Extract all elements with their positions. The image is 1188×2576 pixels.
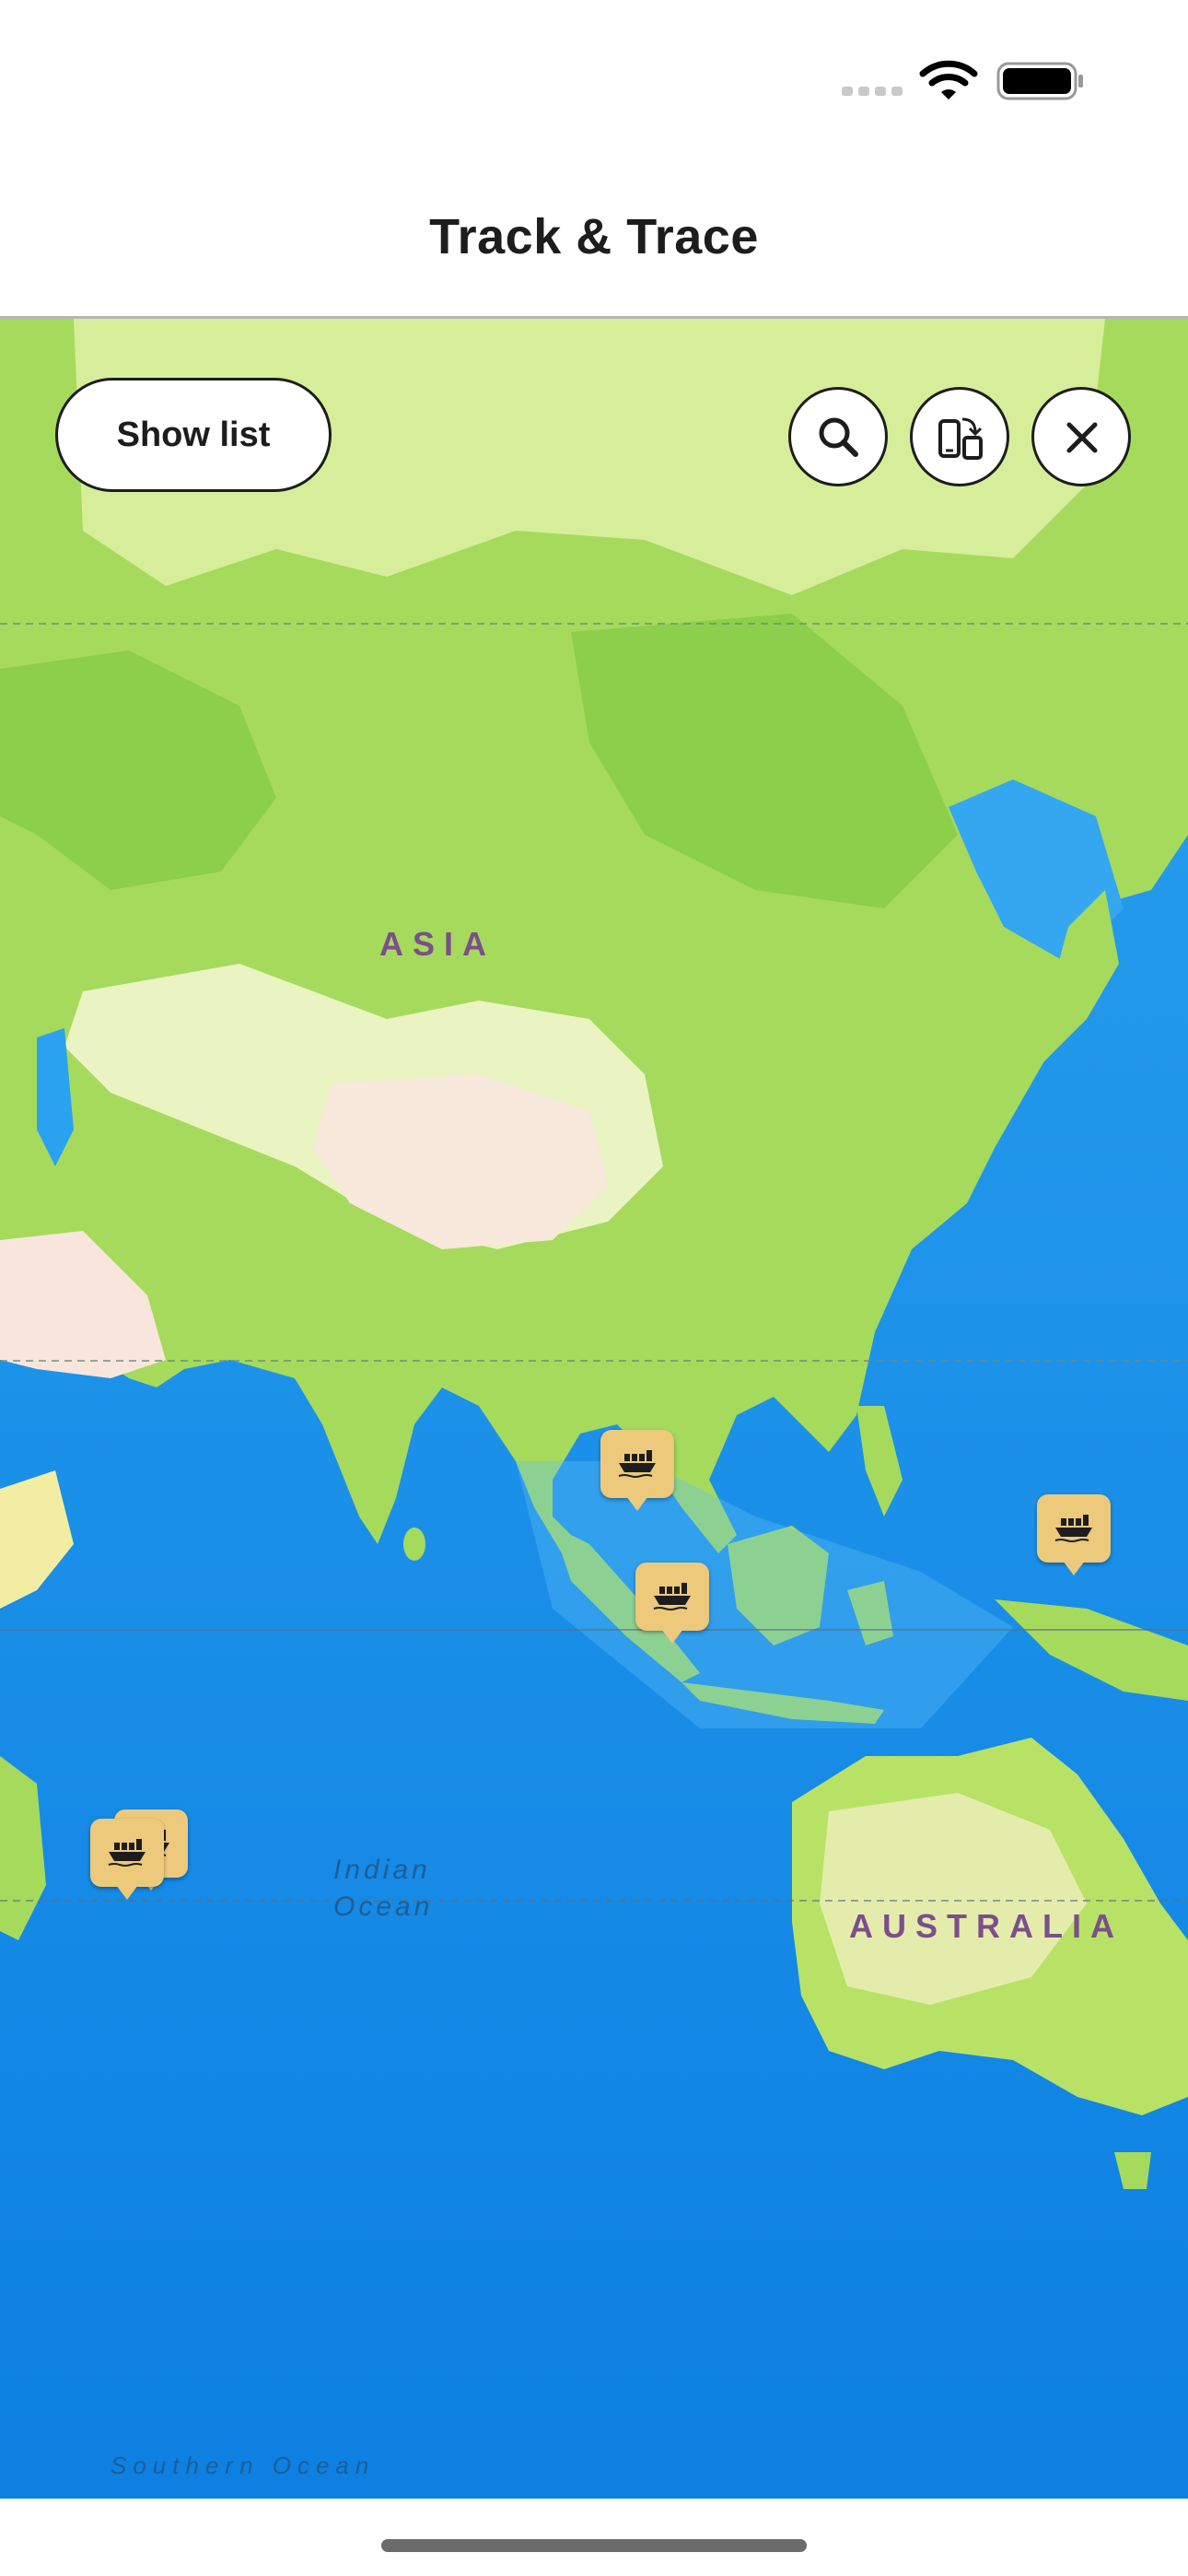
close-icon — [1066, 422, 1098, 453]
ship-icon — [653, 1583, 691, 1610]
label-asia: ASIA — [379, 925, 496, 963]
label-indian-ocean: Indian Ocean — [333, 1852, 433, 1926]
search-icon — [819, 417, 858, 457]
map-view[interactable]: ASIA AUSTRALIA Indian Ocean Southern Oce… — [0, 319, 1188, 2499]
show-list-button[interactable]: Show list — [55, 378, 332, 492]
close-button[interactable] — [1031, 387, 1131, 486]
label-indian-ocean-line2: Ocean — [333, 1891, 434, 1922]
status-bar — [0, 0, 1188, 138]
ship-marker[interactable] — [1037, 1494, 1111, 1583]
ship-marker[interactable] — [90, 1819, 164, 1907]
label-indian-ocean-line1: Indian — [333, 1855, 431, 1885]
ship-marker[interactable] — [635, 1563, 709, 1651]
nav-header: Track & Trace — [0, 138, 1188, 319]
ship-icon — [108, 1839, 146, 1867]
page-title: Track & Trace — [429, 209, 759, 264]
label-southern-ocean: Southern Ocean — [111, 2452, 376, 2479]
map-terrain — [0, 319, 1188, 2499]
ship-icon — [1054, 1515, 1092, 1542]
battery-icon — [996, 62, 1083, 100]
search-button[interactable] — [788, 387, 888, 486]
wifi-icon — [919, 60, 978, 100]
ship-icon — [618, 1450, 656, 1478]
landmass-sri-lanka — [403, 1528, 425, 1561]
label-australia: AUSTRALIA — [849, 1907, 1124, 1945]
home-indicator[interactable] — [381, 2539, 807, 2552]
ship-marker[interactable] — [600, 1430, 674, 1518]
device-switch-button[interactable] — [910, 387, 1009, 486]
signal-icon — [842, 85, 903, 98]
device-switch-icon — [938, 417, 983, 460]
